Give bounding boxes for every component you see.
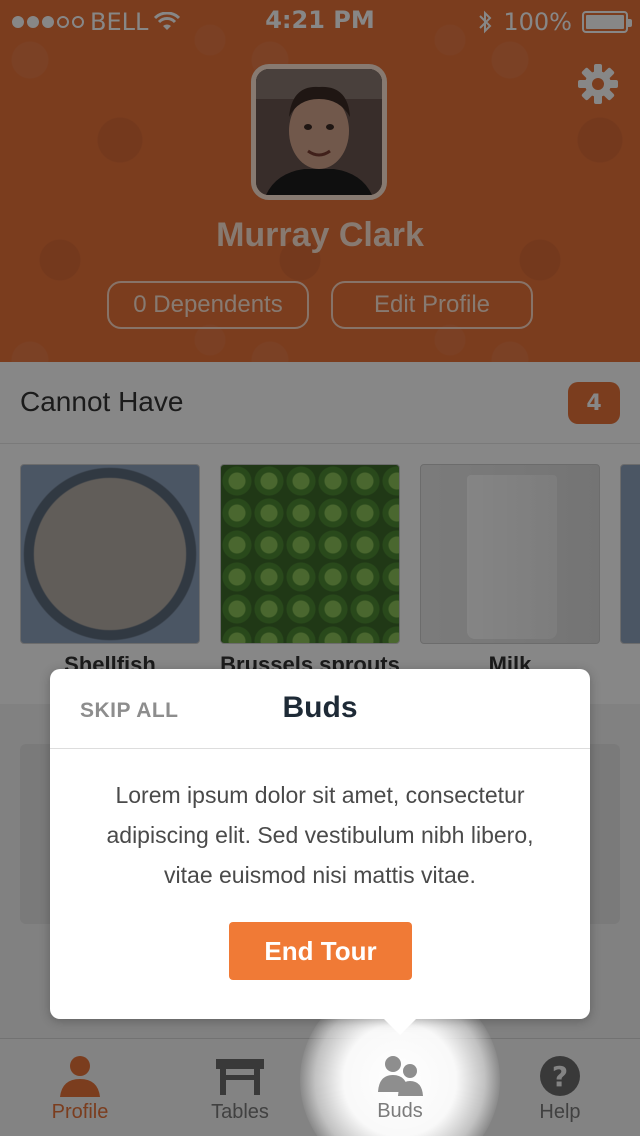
profile-name: Murray Clark [216,216,424,254]
people-icon [378,1056,423,1096]
tab-label: Profile [51,1101,109,1123]
tab-label: Tables [211,1101,269,1123]
tab-help[interactable]: ? Help [480,1039,640,1136]
avatar-photo [256,69,382,195]
section-title: Cannot Have [20,386,184,417]
table-icon [216,1059,264,1095]
tab-buds-highlighted[interactable]: Buds [320,1038,480,1136]
cannot-have-header: Cannot Have 4 [0,362,640,444]
battery-percent: 100% [503,8,572,36]
tab-label: Help [539,1101,581,1123]
food-carousel[interactable]: Shellfish Brussels sprouts Milk [0,444,640,704]
tab-profile[interactable]: Profile [0,1039,160,1136]
popup-header: Buds SKIP ALL [50,669,590,749]
svg-text:?: ? [552,1060,568,1093]
question-icon: ? [540,1056,580,1096]
end-tour-button[interactable]: End Tour [229,922,412,980]
food-card-partial[interactable] [620,464,640,644]
tab-label: Buds [377,1100,423,1122]
count-badge: 4 [568,382,620,424]
avatar[interactable] [251,64,387,200]
food-card-shellfish[interactable] [20,464,200,644]
edit-profile-button[interactable]: Edit Profile [331,281,533,329]
skip-all-button[interactable]: SKIP ALL [80,699,179,723]
popup-body-text: Lorem ipsum dolor sit amet, consectetur … [106,782,534,888]
tour-popup: Buds SKIP ALL Lorem ipsum dolor sit amet… [50,669,590,1035]
person-icon [60,1056,100,1097]
tab-tables[interactable]: Tables [160,1039,320,1136]
settings-gear-icon[interactable] [576,62,620,106]
battery-icon [582,11,632,33]
profile-header: BELL 4:21 PM 100% Murray Clark 0 Depende… [0,0,640,362]
food-card-milk[interactable] [420,464,600,644]
status-bar: BELL 4:21 PM 100% [0,0,640,40]
battery-group: 100% [477,8,632,36]
dependents-button[interactable]: 0 Dependents [107,281,309,329]
food-card-brussels-sprouts[interactable] [220,464,400,644]
bluetooth-icon [479,10,492,34]
